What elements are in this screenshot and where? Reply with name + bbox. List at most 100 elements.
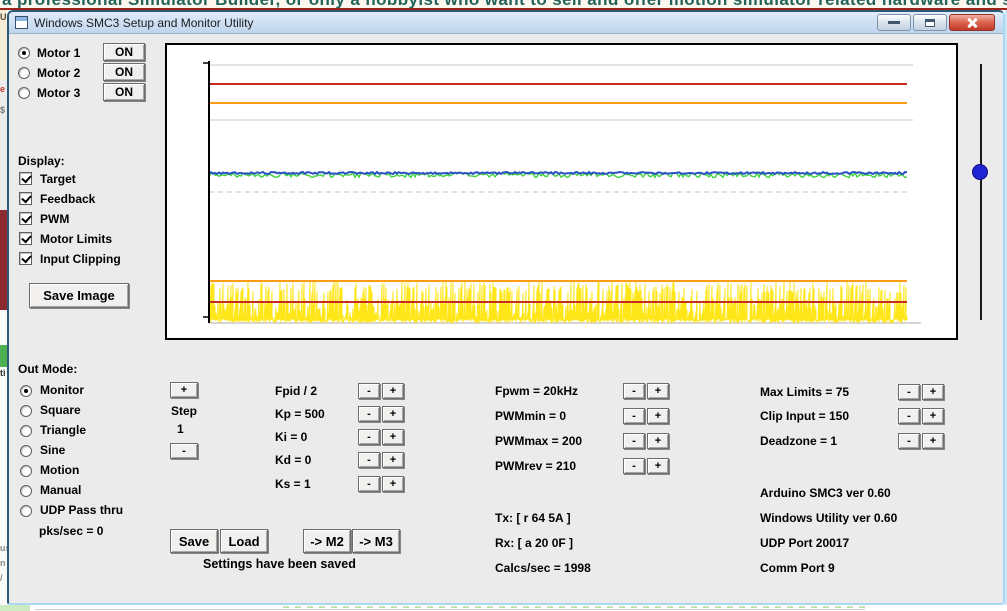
fpid-value: Fpid / 2 — [275, 384, 317, 398]
out-mode-sine-radio[interactable] — [20, 445, 32, 457]
max-limits-plus-button[interactable]: + — [922, 384, 944, 400]
motor-3-radio[interactable] — [18, 87, 30, 99]
settings-status-text: Settings have been saved — [203, 557, 356, 571]
max-limits-minus-button[interactable]: - — [898, 384, 920, 400]
out-mode-square-label[interactable]: Square — [40, 403, 81, 417]
kd-minus-button[interactable]: - — [358, 452, 380, 468]
out-mode-manual-radio[interactable] — [20, 485, 32, 497]
display-motor-limits-label[interactable]: Motor Limits — [40, 232, 112, 246]
out-mode-heading: Out Mode: — [18, 362, 78, 376]
motor-2-on-button[interactable]: ON — [103, 63, 145, 81]
close-button[interactable] — [949, 14, 995, 31]
deadzone-plus-button[interactable]: + — [922, 433, 944, 449]
pwmrev-plus-button[interactable]: + — [647, 458, 669, 474]
arduino-version-text: Arduino SMC3 ver 0.60 — [760, 486, 891, 500]
save-button[interactable]: Save — [170, 529, 218, 553]
display-input-clipping-label[interactable]: Input Clipping — [40, 252, 121, 266]
background-fragment: $ — [0, 105, 6, 115]
display-feedback-label[interactable]: Feedback — [40, 192, 95, 206]
clip-input-minus-button[interactable]: - — [898, 408, 920, 424]
display-input-clipping-checkbox[interactable] — [19, 252, 32, 265]
maximize-button[interactable] — [913, 14, 947, 31]
fpwm-plus-button[interactable]: + — [647, 383, 669, 399]
slider-knob[interactable] — [972, 164, 988, 180]
ks-minus-button[interactable]: - — [358, 476, 380, 492]
motor-3-on-button[interactable]: ON — [103, 83, 145, 101]
deadzone-minus-button[interactable]: - — [898, 433, 920, 449]
fpid-minus-button[interactable]: - — [358, 383, 380, 399]
copy-to-m2-button[interactable]: -> M2 — [303, 529, 351, 553]
background-fragment: / — [0, 573, 3, 583]
ks-plus-button[interactable]: + — [382, 476, 404, 492]
fpwm-value: Fpwm = 20kHz — [495, 384, 579, 398]
display-motor-limits-checkbox[interactable] — [19, 232, 32, 245]
background-fragment: us — [0, 543, 7, 553]
fpid-plus-button[interactable]: + — [382, 383, 404, 399]
kd-plus-button[interactable]: + — [382, 452, 404, 468]
save-image-button[interactable]: Save Image — [29, 283, 129, 308]
ki-minus-button[interactable]: - — [358, 429, 380, 445]
pwmmax-plus-button[interactable]: + — [647, 433, 669, 449]
background-page-top-strip: a professional Simulator Builder, or onl… — [0, 0, 1007, 10]
display-target-checkbox[interactable] — [19, 172, 32, 185]
ks-value: Ks = 1 — [275, 477, 311, 491]
out-mode-udp-label[interactable]: UDP Pass thru — [40, 503, 123, 517]
background-left-gray — [0, 80, 7, 210]
out-mode-manual-label[interactable]: Manual — [40, 483, 81, 497]
pwmrev-value: PWMrev = 210 — [495, 459, 577, 473]
pwmmin-plus-button[interactable]: + — [647, 408, 669, 424]
screen: a professional Simulator Builder, or onl… — [0, 0, 1007, 611]
comm-port-text: Comm Port 9 — [760, 561, 835, 575]
display-pwm-label[interactable]: PWM — [40, 212, 69, 226]
display-target-label[interactable]: Target — [40, 172, 76, 186]
out-mode-triangle-label[interactable]: Triangle — [40, 423, 86, 437]
fpwm-minus-button[interactable]: - — [623, 383, 645, 399]
pwmmax-minus-button[interactable]: - — [623, 433, 645, 449]
display-heading: Display: — [18, 154, 65, 168]
motor-2-label[interactable]: Motor 2 — [37, 66, 80, 80]
minimize-icon — [888, 21, 900, 24]
motor-1-label[interactable]: Motor 1 — [37, 46, 80, 60]
ki-value: Ki = 0 — [275, 430, 308, 444]
out-mode-monitor-radio[interactable] — [20, 385, 32, 397]
background-left-green — [0, 345, 7, 367]
background-fragment: e — [0, 84, 6, 94]
kp-value: Kp = 500 — [275, 407, 325, 421]
chart-scale-slider-track[interactable] — [980, 64, 982, 320]
out-mode-sine-label[interactable]: Sine — [40, 443, 65, 457]
out-mode-motion-radio[interactable] — [20, 465, 32, 477]
out-mode-monitor-label[interactable]: Monitor — [40, 383, 84, 397]
kp-minus-button[interactable]: - — [358, 406, 380, 422]
load-button[interactable]: Load — [220, 529, 268, 553]
background-fragment: n — [0, 558, 6, 568]
pwmmin-minus-button[interactable]: - — [623, 408, 645, 424]
out-mode-triangle-radio[interactable] — [20, 425, 32, 437]
pks-per-sec-value: pks/sec = 0 — [39, 524, 104, 538]
kp-plus-button[interactable]: + — [382, 406, 404, 422]
motor-1-on-button[interactable]: ON — [103, 43, 145, 61]
out-mode-udp-radio[interactable] — [20, 505, 32, 517]
out-mode-square-radio[interactable] — [20, 405, 32, 417]
step-label: Step — [171, 404, 198, 418]
pwmrev-minus-button[interactable]: - — [623, 458, 645, 474]
background-page-left-strip: U e $ ti us n / — [0, 10, 7, 605]
out-mode-motion-label[interactable]: Motion — [40, 463, 79, 477]
display-pwm-checkbox[interactable] — [19, 212, 32, 225]
deadzone-value: Deadzone = 1 — [760, 434, 838, 448]
motor-2-radio[interactable] — [18, 67, 30, 79]
step-plus-button[interactable]: + — [170, 382, 198, 398]
motor-1-radio[interactable] — [18, 47, 30, 59]
display-feedback-checkbox[interactable] — [19, 192, 32, 205]
rx-readout: Rx: [ a 20 0F ] — [495, 536, 574, 550]
scope-chart-canvas — [203, 61, 921, 325]
motor-3-label[interactable]: Motor 3 — [37, 86, 80, 100]
title-bar[interactable]: Windows SMC3 Setup and Monitor Utility — [9, 12, 1003, 34]
copy-to-m3-button[interactable]: -> M3 — [352, 529, 400, 553]
background-page-bottom-strip — [0, 605, 1007, 611]
background-bottom-green-block — [0, 605, 30, 611]
utility-version-text: Windows Utility ver 0.60 — [760, 511, 898, 525]
step-minus-button[interactable]: - — [170, 443, 198, 459]
minimize-button[interactable] — [877, 14, 911, 31]
clip-input-plus-button[interactable]: + — [922, 408, 944, 424]
ki-plus-button[interactable]: + — [382, 429, 404, 445]
